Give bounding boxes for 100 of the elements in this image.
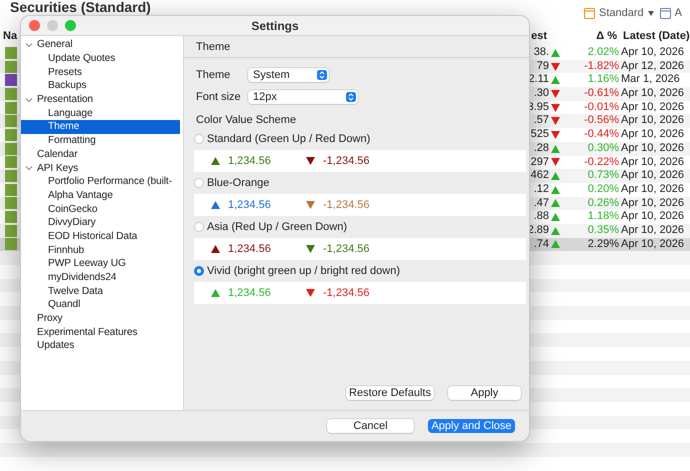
dialog-title: Settings <box>251 18 299 32</box>
table-cell: Apr 10, 2026 <box>621 169 684 183</box>
panel-title: Theme <box>196 40 230 52</box>
sample-value: 1,234.56 <box>228 155 272 167</box>
window-icon <box>660 8 671 18</box>
table-cell: Apr 10, 2026 <box>621 114 684 128</box>
table-cell: Apr 10, 2026 <box>621 210 684 224</box>
column-header[interactable]: Latest (Date) <box>620 26 690 46</box>
tree-item[interactable]: Proxy <box>21 312 180 326</box>
table-cell: 525 <box>530 128 549 142</box>
sample-value: -1,234.56 <box>323 155 370 167</box>
tree-item[interactable]: Presentation <box>21 92 180 106</box>
table-cell: Apr 10, 2026 <box>621 142 684 156</box>
zoom-button[interactable] <box>65 20 76 31</box>
table-cell: .74 <box>534 238 549 252</box>
tree-item[interactable]: Formatting <box>21 134 180 148</box>
table-cell: Apr 10, 2026 <box>621 182 684 197</box>
tree-item[interactable]: Twelve Data <box>21 284 180 298</box>
table-cell: Apr 10, 2026 <box>621 156 684 170</box>
table-cell: 0.26% <box>588 196 619 210</box>
tree-item[interactable]: PWP Leeway UG <box>21 257 180 271</box>
column-header[interactable]: Δ % <box>560 26 620 46</box>
tree-item[interactable]: CoinGecko <box>21 202 180 216</box>
apply-button[interactable]: Apply <box>448 386 521 400</box>
tree-item[interactable]: Backups <box>21 79 180 93</box>
radio-button[interactable] <box>194 266 204 276</box>
chevron-icon[interactable] <box>25 164 33 172</box>
sample-value: 1,234.56 <box>228 287 272 299</box>
tree-item[interactable]: Theme <box>21 120 180 134</box>
stepper-icon <box>346 92 356 102</box>
table-cell: -0.44% <box>584 128 619 142</box>
sample-value: -1,234.56 <box>323 243 370 255</box>
view-menu[interactable]: Standard <box>584 7 654 19</box>
table-cell: Apr 12, 2026 <box>621 60 684 74</box>
apply-and-close-button[interactable]: Apply and Close <box>428 419 515 433</box>
tree-item[interactable]: General <box>21 38 180 52</box>
table-cell: 0.35% <box>588 224 619 238</box>
toolbar-button[interactable]: A <box>660 7 682 19</box>
cancel-button[interactable]: Cancel <box>327 419 414 433</box>
table-cell: Apr 10, 2026 <box>621 238 684 252</box>
sample-value: -1,234.56 <box>323 287 370 299</box>
table-cell: 0.30% <box>588 142 619 156</box>
table-cell: Apr 10, 2026 <box>621 128 684 142</box>
stepper-icon <box>317 70 327 80</box>
tree-item[interactable]: DivvyDiary <box>21 216 180 230</box>
radio-label[interactable]: Asia (Red Up / Green Down) <box>207 221 347 233</box>
table-cell: Mar 1, 2026 <box>621 73 680 88</box>
table-cell: -0.56% <box>584 114 619 128</box>
sample-value: 1,234.56 <box>228 199 272 211</box>
tree-item[interactable]: Finnhub <box>21 243 180 257</box>
tree-item[interactable]: Experimental Features <box>21 325 180 340</box>
table-cell: -0.22% <box>584 156 619 170</box>
table-cell: 1.16% <box>588 73 619 88</box>
column-header[interactable]: Na <box>0 26 22 46</box>
chevron-icon[interactable] <box>25 40 33 49</box>
table-cell: -0.01% <box>584 100 619 114</box>
tree-item[interactable]: Calendar <box>21 148 180 162</box>
table-cell: 297 <box>530 156 549 170</box>
table-cell: .88 <box>534 210 549 224</box>
restore-defaults-button[interactable]: Restore Defaults <box>346 386 434 400</box>
table-cell: .47 <box>534 196 549 210</box>
section-label: Color Value Scheme <box>196 113 298 128</box>
table-cell: Apr 10, 2026 <box>621 196 684 210</box>
tree-item[interactable]: Alpha Vantage <box>21 188 180 202</box>
select-field[interactable]: 12px <box>248 90 358 104</box>
tree-item[interactable]: Language <box>21 106 180 120</box>
chevron-icon[interactable] <box>25 96 33 104</box>
table-cell: 2.29% <box>588 238 619 252</box>
table-cell: .30 <box>534 87 549 101</box>
table-cell: Apr 10, 2026 <box>621 87 684 101</box>
sample-value: 1,234.56 <box>228 243 272 255</box>
select-field[interactable]: System <box>248 68 329 82</box>
table-cell: 1.18% <box>588 210 619 224</box>
tree-item[interactable]: Update Quotes <box>21 52 180 66</box>
sample-value: -1,234.56 <box>323 199 370 211</box>
table-cell: 0.73% <box>588 169 619 183</box>
table-cell: 0.20% <box>588 182 619 197</box>
tree-item[interactable]: myDividends24 <box>21 270 180 284</box>
tree-item[interactable]: API Keys <box>21 161 180 175</box>
page-title: Securities (Standard) <box>10 0 151 15</box>
table-cell: .12 <box>534 182 549 197</box>
radio-label[interactable]: Standard (Green Up / Red Down) <box>207 133 370 145</box>
tree-item[interactable]: EOD Historical Data <box>21 230 180 244</box>
tree-item[interactable]: Updates <box>21 339 180 353</box>
table-cell: 38. <box>534 46 549 60</box>
close-button[interactable] <box>29 20 40 31</box>
minimize-button[interactable] <box>47 20 58 31</box>
radio-label[interactable]: Vivid (bright green up / bright red down) <box>207 265 400 277</box>
table-cell: Apr 10, 2026 <box>621 46 684 60</box>
table-cell: .57 <box>534 114 549 128</box>
table-cell: 2.02% <box>588 46 619 60</box>
tree-item[interactable]: Portfolio Performance (built- <box>21 174 180 189</box>
table-cell: Apr 10, 2026 <box>621 100 684 114</box>
tree-item[interactable]: Presets <box>21 65 180 80</box>
radio-label[interactable]: Blue-Orange <box>207 177 270 189</box>
table-cell: .28 <box>534 142 549 156</box>
table-cell: 79 <box>536 60 549 74</box>
table-cell: 462 <box>530 169 549 183</box>
field-label: Font size <box>196 91 242 103</box>
tree-item[interactable]: Quandl <box>21 298 180 312</box>
